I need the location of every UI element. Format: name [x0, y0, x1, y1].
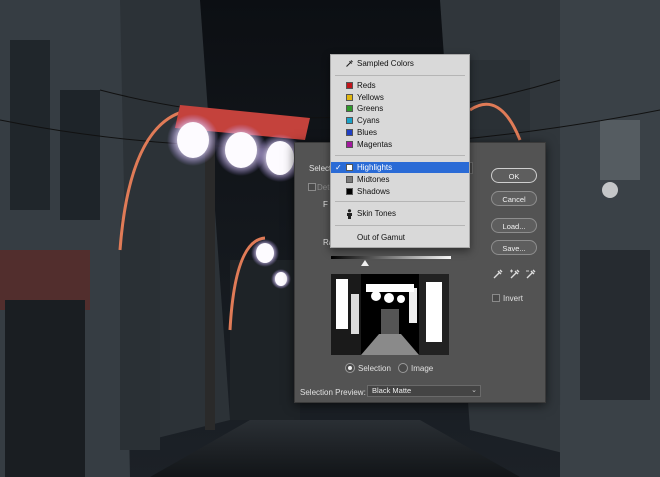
menu-divider — [335, 201, 465, 202]
menu-item-label: Blues — [357, 127, 378, 137]
selection-radio[interactable] — [345, 363, 355, 373]
image-radio[interactable] — [398, 363, 408, 373]
menu-item-label: Shadows — [357, 187, 390, 196]
selection-preview-image — [331, 274, 449, 355]
menu-item-skin-tones[interactable]: Skin Tones — [331, 208, 469, 219]
menu-item-sampled-colors[interactable]: Sampled Colors — [331, 58, 469, 69]
selection-radio-label: Selection — [358, 364, 391, 373]
menu-item-highlights[interactable]: ✓ Highlights — [331, 162, 469, 173]
color-swatch — [346, 82, 353, 89]
menu-item-label: Highlights — [357, 163, 393, 172]
menu-item-reds[interactable]: Reds — [331, 80, 469, 91]
selection-preview-select[interactable]: Black Matte ⌄ — [367, 385, 481, 397]
color-swatch — [346, 117, 353, 125]
menu-item-blues[interactable]: Blues — [331, 127, 469, 138]
menu-item-midtones[interactable]: Midtones — [331, 174, 469, 185]
color-swatch — [346, 140, 353, 148]
eyedropper-plus-icon[interactable] — [509, 268, 521, 280]
save-button[interactable]: Save... — [491, 240, 537, 255]
selection-preview-label: Selection Preview: — [300, 388, 366, 397]
menu-item-magentas[interactable]: Magentas — [331, 139, 469, 150]
select-label: Select — [309, 164, 332, 173]
menu-item-label: Cyans — [357, 116, 380, 126]
menu-item-label: Out of Gamut — [357, 233, 406, 242]
invert-label: Invert — [503, 294, 524, 303]
fuzziness-label: F — [323, 200, 328, 209]
eyedropper-icon[interactable] — [492, 268, 504, 280]
menu-item-label: Yellows — [357, 92, 384, 102]
invert-checkbox[interactable] — [492, 294, 500, 302]
menu-item-label: Reds — [357, 81, 376, 90]
eyedropper-icon — [346, 60, 353, 67]
menu-item-shadows[interactable]: Shadows — [331, 186, 469, 197]
range-slider-handle[interactable] — [361, 260, 369, 266]
menu-item-label: Greens — [357, 104, 384, 114]
menu-item-label: Midtones — [357, 175, 390, 184]
menu-item-label: Skin Tones — [357, 209, 396, 218]
cancel-button[interactable]: Cancel — [491, 191, 537, 206]
select-dropdown-menu: Sampled Colors Reds Yellows Greens Cyans Blu… — [330, 54, 470, 248]
menu-item-label: Sampled Colors — [357, 59, 414, 68]
menu-divider — [335, 225, 465, 226]
selection-preview-value: Black Matte — [372, 386, 412, 395]
range-slider-track[interactable] — [331, 256, 451, 259]
color-swatch — [346, 128, 353, 136]
color-swatch — [346, 105, 353, 113]
menu-item-out-of-gamut[interactable]: Out of Gamut — [331, 232, 469, 243]
tone-swatch — [346, 176, 353, 183]
color-swatch — [346, 93, 353, 101]
detect-faces-checkbox[interactable] — [308, 183, 316, 191]
menu-item-yellows[interactable]: Yellows — [331, 92, 469, 103]
image-radio-label: Image — [411, 364, 434, 373]
menu-divider — [335, 75, 465, 76]
menu-item-greens[interactable]: Greens — [331, 103, 469, 114]
tone-swatch — [346, 164, 353, 171]
menu-item-label: Magentas — [357, 139, 393, 149]
menu-item-cyans[interactable]: Cyans — [331, 115, 469, 126]
chevron-down-icon: ⌄ — [471, 387, 477, 394]
checkmark-icon: ✓ — [335, 163, 342, 172]
menu-divider — [335, 155, 465, 156]
ok-button[interactable]: OK — [491, 168, 537, 183]
eyedropper-minus-icon[interactable] — [525, 268, 537, 280]
person-icon — [347, 209, 352, 219]
load-button[interactable]: Load... — [491, 218, 537, 233]
tone-swatch — [346, 188, 353, 195]
